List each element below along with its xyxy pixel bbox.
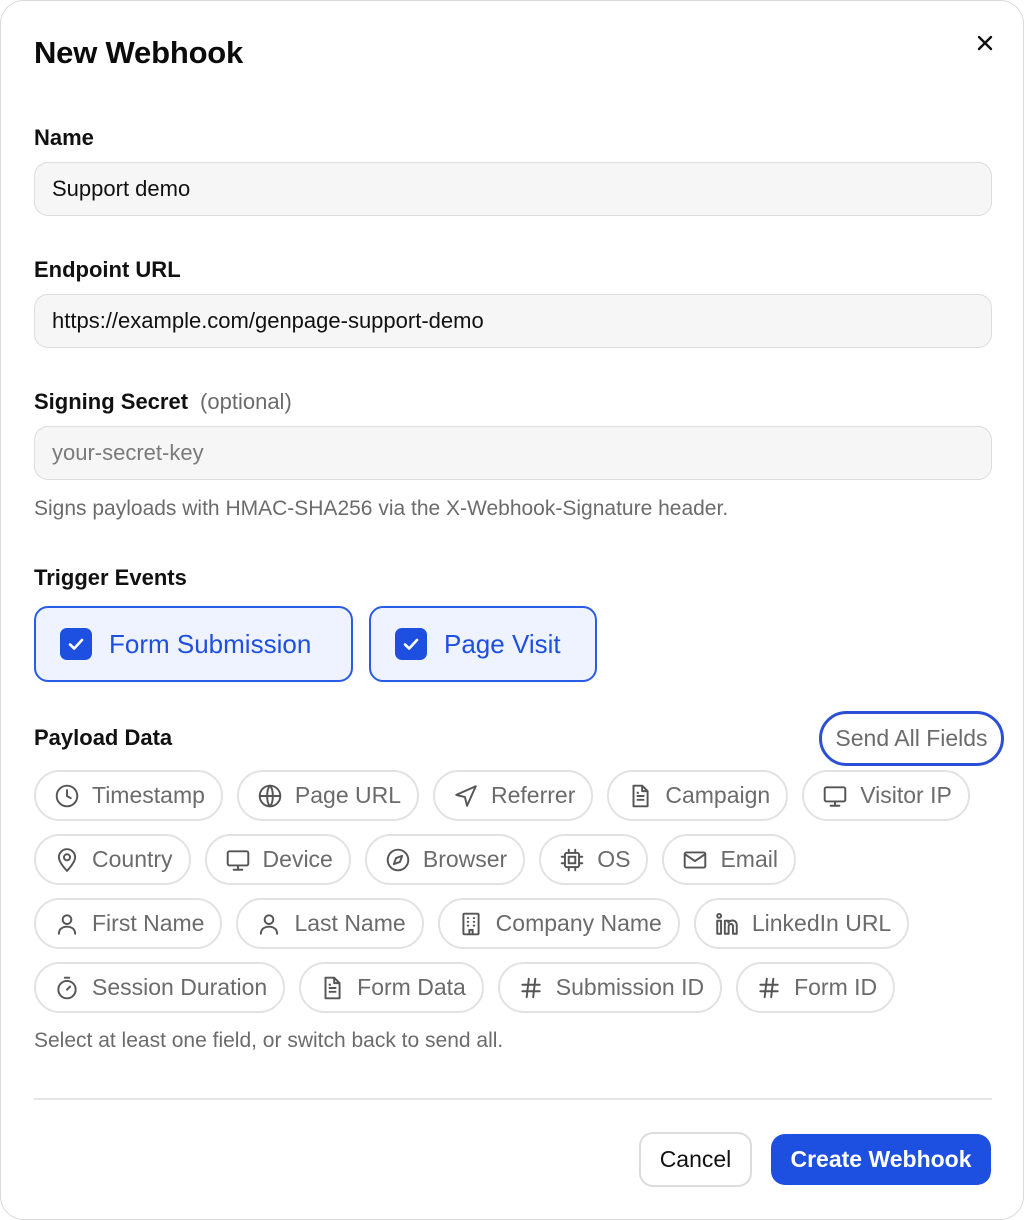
chip-form-data[interactable]: Form Data — [299, 962, 484, 1013]
chip-label: First Name — [92, 910, 205, 936]
chip-label: Last Name — [294, 910, 406, 936]
chip-label: Session Duration — [92, 974, 268, 1000]
form-submission-checkbox[interactable] — [60, 628, 92, 660]
chip-form-id[interactable]: Form ID — [736, 962, 896, 1013]
name-field-wrapper — [34, 162, 992, 216]
endpoint-url-field-wrapper — [34, 294, 992, 348]
user-icon — [54, 911, 80, 937]
chip-referrer[interactable]: Referrer — [433, 770, 594, 821]
trigger-form-submission[interactable]: Form Submission — [34, 606, 353, 682]
trigger-page-visit[interactable]: Page Visit — [369, 606, 597, 682]
chip-timestamp[interactable]: Timestamp — [34, 770, 223, 821]
monitor-icon — [822, 783, 848, 809]
chip-label: Submission ID — [555, 974, 705, 1000]
endpoint-url-label: Endpoint URL — [34, 257, 181, 282]
chip-campaign[interactable]: Campaign — [607, 770, 789, 821]
signing-secret-label-text: Signing Secret — [34, 389, 189, 414]
chip-session-duration[interactable]: Session Duration — [34, 962, 286, 1013]
chip-company-name[interactable]: Company Name — [437, 898, 680, 949]
signing-secret-input[interactable] — [52, 440, 991, 466]
hash-icon — [756, 975, 782, 1001]
form-submission-label: Form Submission — [109, 628, 312, 659]
payload-data-label: Payload Data — [34, 725, 173, 750]
clock-icon — [54, 783, 80, 809]
name-input[interactable] — [52, 176, 991, 202]
dialog-title: New Webhook — [34, 35, 244, 70]
chip-label: Browser — [422, 846, 508, 872]
close-icon — [977, 35, 993, 51]
chip-label: Device — [262, 846, 333, 872]
monitor-icon — [225, 847, 251, 873]
footer-divider — [34, 1098, 992, 1100]
document-icon — [319, 975, 345, 1001]
payload-chip-row-2: Country Device Browser OS Email — [34, 834, 796, 885]
chip-label: Timestamp — [92, 782, 205, 808]
compass-icon — [385, 847, 411, 873]
chip-label: Email — [720, 846, 778, 872]
chip-label: Campaign — [665, 782, 771, 808]
mail-icon — [682, 847, 708, 873]
chip-country[interactable]: Country — [34, 834, 191, 885]
page-visit-checkbox[interactable] — [395, 628, 427, 660]
send-all-fields-button[interactable]: Send All Fields — [819, 711, 1004, 766]
endpoint-url-input[interactable] — [52, 308, 991, 334]
chip-label: OS — [597, 846, 631, 872]
name-label: Name — [34, 125, 94, 150]
new-webhook-dialog: New Webhook Name Endpoint URL Signing Se… — [0, 0, 1024, 1220]
checkmark-icon — [68, 638, 84, 650]
globe-icon — [257, 783, 283, 809]
signing-secret-hint: Signs payloads with HMAC-SHA256 via the … — [34, 497, 729, 520]
payload-hint: Select at least one field, or switch bac… — [34, 1029, 504, 1052]
map-pin-icon — [54, 847, 80, 873]
navigation-arrow-icon — [453, 783, 479, 809]
chip-label: Visitor IP — [860, 782, 952, 808]
chip-label: Form ID — [794, 974, 878, 1000]
trigger-events-label: Trigger Events — [34, 565, 187, 590]
chip-email[interactable]: Email — [662, 834, 796, 885]
chip-label: Referrer — [491, 782, 576, 808]
close-button[interactable] — [969, 27, 1001, 59]
chip-label: LinkedIn URL — [751, 910, 892, 936]
user-icon — [256, 911, 282, 937]
chip-label: Company Name — [495, 910, 662, 936]
page-visit-label: Page Visit — [444, 628, 561, 659]
chip-first-name[interactable]: First Name — [34, 898, 223, 949]
checkmark-icon — [403, 638, 419, 650]
payload-chip-row-3: First Name Last Name Company Name Linked… — [34, 898, 910, 949]
building-icon — [458, 911, 484, 937]
cancel-button[interactable]: Cancel — [639, 1132, 752, 1187]
hash-icon — [518, 975, 544, 1001]
chip-browser[interactable]: Browser — [364, 834, 526, 885]
stopwatch-icon — [54, 975, 80, 1001]
chip-device[interactable]: Device — [204, 834, 351, 885]
signing-secret-field-wrapper — [34, 426, 992, 480]
chip-label: Page URL — [294, 782, 402, 808]
linkedin-icon — [714, 911, 740, 937]
payload-chip-row-1: Timestamp Page URL Referrer Campaign Vis… — [34, 770, 970, 821]
signing-secret-label: Signing Secret (optional) — [34, 389, 292, 415]
document-icon — [627, 783, 653, 809]
optional-tag: (optional) — [200, 389, 292, 414]
chip-visitor-ip[interactable]: Visitor IP — [802, 770, 970, 821]
chip-label: Country — [92, 846, 173, 872]
chip-os[interactable]: OS — [539, 834, 649, 885]
create-webhook-button[interactable]: Create Webhook — [771, 1134, 991, 1185]
cpu-chip-icon — [559, 847, 585, 873]
chip-label: Form Data — [357, 974, 466, 1000]
chip-last-name[interactable]: Last Name — [236, 898, 424, 949]
chip-page-url[interactable]: Page URL — [236, 770, 420, 821]
chip-submission-id[interactable]: Submission ID — [497, 962, 723, 1013]
payload-chip-row-4: Session Duration Form Data Submission ID… — [34, 962, 896, 1013]
chip-linkedin-url[interactable]: LinkedIn URL — [693, 898, 910, 949]
